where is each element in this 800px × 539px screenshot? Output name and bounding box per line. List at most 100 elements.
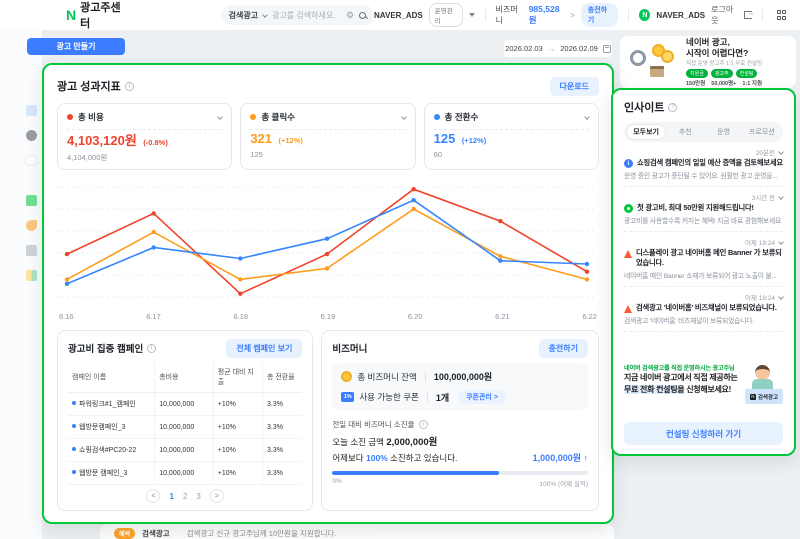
bizmoney-amount[interactable]: 985,528원 xyxy=(529,4,564,26)
help-icon[interactable]: ? xyxy=(668,103,677,112)
search-icon[interactable] xyxy=(359,12,366,19)
insight-item[interactable]: 어제 19:24 디스플레이 광고 네이버홈 메인 Banner 가 보류되었습… xyxy=(624,232,783,287)
table-row[interactable]: 쇼핑검색#PC20-22 10,000,000 +10% 3.3% xyxy=(68,439,302,462)
date-range-picker[interactable]: 2026.02.03 → 2026.02.09 xyxy=(504,40,612,57)
metric-card-clicks[interactable]: 총 클릭수 321 (+12%) 125 xyxy=(240,103,415,170)
page-3-button[interactable]: 3 xyxy=(196,492,200,501)
insight-panel: 인사이트 ? 모두보기 추천 운영 프로모션 20분전 i쇼핑검색 캠페인의 일… xyxy=(611,88,796,456)
page-1-button[interactable]: 1 xyxy=(169,492,173,501)
coupon-manage-button[interactable]: 쿠폰관리 > xyxy=(458,390,506,404)
logout-icon[interactable] xyxy=(744,11,751,19)
campaign-cost: 10,000,000 xyxy=(155,439,214,462)
item-title: 디스플레이 광고 네이버홈 메인 Banner 가 보류되었습니다. xyxy=(636,248,783,268)
coupon-percent-badge: 1% xyxy=(341,392,354,402)
insight-item[interactable]: 20분전 i쇼핑검색 캠페인의 일일 예산 증액을 검토해보세요 운영 중인 광… xyxy=(624,142,783,187)
bottom-notice-bar[interactable]: 혜택 검색광고 검색광고 신규 광고주님께 10만원을 지원합니다. xyxy=(100,524,614,539)
chevron-down-icon[interactable] xyxy=(778,194,784,200)
sidebar-green-icon[interactable] xyxy=(26,195,37,206)
balance-label: 총 비즈머니 잔액 xyxy=(357,371,416,383)
promo-ad-banner[interactable]: 네이버 광고, 시작이 어렵다면? 직접 운영 광고주 1:1 무료 컨설팅 지… xyxy=(620,36,796,88)
item-description: 운영 중인 광고가 중단될 수 있어요. 원활한 광고 운영을... xyxy=(624,170,783,180)
logout-button[interactable]: 로그아웃 xyxy=(711,4,738,26)
insight-item[interactable]: 어제 19:24 검색광고 '네이버홈' 비즈채널이 보류되었습니다. 검색광고… xyxy=(624,287,783,332)
bizmoney-charge-button[interactable]: 충전하기 xyxy=(539,339,588,358)
calendar-icon[interactable] xyxy=(603,45,611,53)
column-header: 캠페인 이름 xyxy=(68,362,155,393)
caret-down-icon[interactable] xyxy=(469,13,475,17)
notice-category: 검색광고 xyxy=(142,528,170,539)
item-title: 첫 광고비, 최대 50만원 지원해드립니다! xyxy=(637,203,754,213)
chevron-down-icon[interactable] xyxy=(778,294,784,300)
promo-badges: 지원금 광고주 컨설팅 xyxy=(686,69,762,78)
table-header-row: 캠페인 이름총비용평균 대비 지출총 전환율 xyxy=(68,362,302,393)
consultant-sign: N 검색광고 xyxy=(745,389,783,404)
tab-operate[interactable]: 운영 xyxy=(705,124,743,140)
gear-icon[interactable]: ⚙ xyxy=(346,11,354,20)
table-row[interactable]: 웹방문캠페인_3 10,000,000 +10% 3.3% xyxy=(68,416,302,439)
campaign-cvr: 3.3% xyxy=(262,416,302,439)
tab-all[interactable]: 모두보기 xyxy=(626,124,666,140)
campaign-name[interactable]: 웹방문캠페인_3 xyxy=(68,416,155,439)
insight-item[interactable]: 3시간 전 첫 광고비, 최대 50만원 지원해드립니다! 광고비를 사용할수록… xyxy=(624,187,783,232)
item-timestamp: 20분전 xyxy=(756,147,775,157)
prev-page-button[interactable]: < xyxy=(146,489,160,503)
chevron-right-icon[interactable]: > xyxy=(570,11,575,20)
item-timestamp: 어제 19:24 xyxy=(745,237,775,247)
campaign-name[interactable]: 쇼핑검색#PC20-22 xyxy=(68,439,155,462)
info-icon[interactable]: i xyxy=(147,344,156,353)
metric-card-conversions[interactable]: 총 전환수 125 (+12%) 60 xyxy=(424,103,599,170)
sidebar-menu-icon[interactable] xyxy=(26,105,37,116)
metric-cards: 총 비용 4,103,120원 (-0.8%) 4,104,000원 총 클릭수… xyxy=(57,103,599,170)
charge-button[interactable]: 충전하기 xyxy=(581,3,619,27)
chevron-down-icon[interactable] xyxy=(401,114,407,120)
chevron-down-icon[interactable] xyxy=(584,114,590,120)
headphones-icon xyxy=(630,50,646,66)
table-row[interactable]: 파워링크#1_캠페인 10,000,000 +10% 3.3% xyxy=(68,393,302,416)
view-all-campaigns-button[interactable]: 전체 캠페인 보기 xyxy=(226,339,302,358)
date-start: 2026.02.03 xyxy=(505,44,543,53)
tab-promotion[interactable]: 프로모션 xyxy=(743,124,781,140)
download-button[interactable]: 다운로드 xyxy=(550,77,599,96)
create-ad-button[interactable]: 광고 만들기 xyxy=(27,38,125,55)
search-category-select[interactable]: 검색광고 xyxy=(229,10,258,21)
chevron-down-icon[interactable] xyxy=(778,149,784,155)
bizmoney-title: 비즈머니 xyxy=(332,341,367,355)
divider xyxy=(427,393,428,402)
clicks-dot-icon xyxy=(250,114,256,120)
metric-card-cost[interactable]: 총 비용 4,103,120원 (-0.8%) 4,104,000원 xyxy=(57,103,232,170)
account-name[interactable]: NAVER_ADS xyxy=(374,11,423,20)
sidebar-search-icon[interactable] xyxy=(24,155,38,166)
campaign-vs-avg: +10% xyxy=(213,393,262,416)
search-bar[interactable]: 검색광고 광고를 검색하세요. ⚙ xyxy=(221,5,374,25)
coupon-count: 1개 xyxy=(436,391,449,404)
campaign-name[interactable]: 웹방문 캠페인_3 xyxy=(68,462,155,485)
sidebar-tool-icon[interactable] xyxy=(26,245,37,256)
column-header: 평균 대비 지출 xyxy=(213,362,262,393)
page-2-button[interactable]: 2 xyxy=(183,492,187,501)
notice-text: 검색광고 신규 광고주님께 10만원을 지원합니다. xyxy=(187,528,337,539)
chevron-down-icon[interactable] xyxy=(217,114,223,120)
metric-change: (+12%) xyxy=(462,136,486,145)
chevron-down-icon[interactable] xyxy=(262,12,268,18)
campaigns-table: 캠페인 이름총비용평균 대비 지출총 전환율 파워링크#1_캠페인 10,000… xyxy=(68,362,302,485)
app-logo[interactable]: N 광고주센터 xyxy=(66,0,129,31)
tab-recommend[interactable]: 추천 xyxy=(666,124,704,140)
column-header: 총 전환율 xyxy=(262,362,302,393)
next-page-button[interactable]: > xyxy=(210,489,224,503)
campaign-name[interactable]: 파워링크#1_캠페인 xyxy=(68,393,155,416)
sidebar-vehicle-icon[interactable] xyxy=(26,130,37,141)
campaign-cvr: 3.3% xyxy=(262,439,302,462)
search-input[interactable]: 광고를 검색하세요. xyxy=(272,10,341,21)
campaign-vs-avg: +10% xyxy=(213,439,262,462)
burn-progress-fill xyxy=(332,471,498,475)
chevron-down-icon[interactable] xyxy=(778,239,784,245)
sidebar-apps-icon[interactable] xyxy=(26,270,37,281)
metric-value: 125 xyxy=(434,131,456,146)
table-row[interactable]: 웹방문 캠페인_3 10,000,000 +10% 3.3% xyxy=(68,462,302,485)
info-icon[interactable]: i xyxy=(125,82,134,91)
apps-grid-icon[interactable] xyxy=(777,10,787,20)
sidebar-chart-icon[interactable] xyxy=(26,220,37,231)
divider xyxy=(425,372,426,381)
info-icon[interactable]: i xyxy=(419,420,428,429)
consulting-cta-button[interactable]: 컨설팅 신청하러 가기 xyxy=(624,422,783,445)
